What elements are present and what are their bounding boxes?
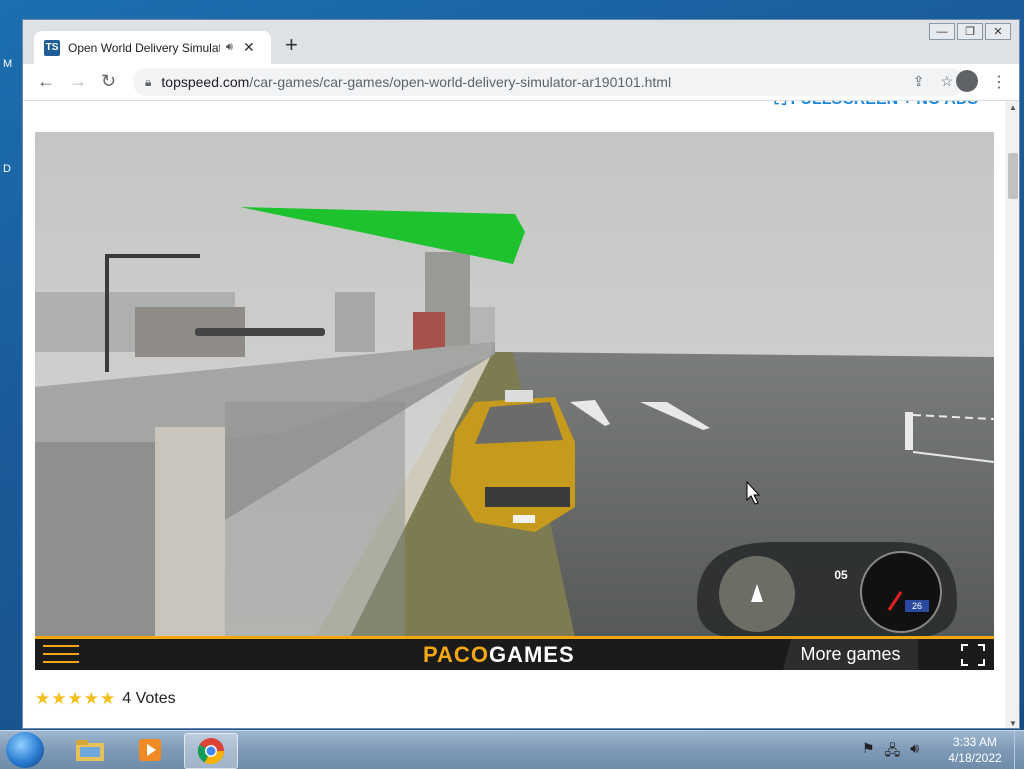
media-player-taskbar-icon[interactable] <box>124 733 176 767</box>
hamburger-menu-icon[interactable] <box>43 645 79 669</box>
chrome-taskbar-icon[interactable] <box>184 733 238 769</box>
address-bar[interactable]: 🔒︎ topspeed.com/car-games/car-games/open… <box>133 68 965 96</box>
bookmark-star-icon[interactable]: ☆ <box>940 73 953 90</box>
menu-kebab-icon[interactable]: ⋮ <box>991 72 1007 92</box>
speedometer-hud: 26 05 <box>697 542 957 637</box>
star-icon[interactable]: ★ <box>100 689 115 709</box>
title-bar: TS Open World Delivery Simulator 🔊︎ ✕ + … <box>23 20 1019 64</box>
lock-icon[interactable]: 🔒︎ <box>145 75 151 90</box>
back-arrow-icon[interactable]: ← <box>37 71 55 92</box>
hud-speed-text: 26 <box>912 601 922 611</box>
hud-gear-text: 05 <box>834 568 848 582</box>
browser-tab[interactable]: TS Open World Delivery Simulator 🔊︎ ✕ <box>34 31 271 64</box>
start-button[interactable] <box>6 732 44 768</box>
browser-toolbar: ← → ↻ 🔒︎ topspeed.com/car-games/car-game… <box>23 64 1019 101</box>
desktop-icon-label[interactable]: M <box>3 58 12 70</box>
tab-title: Open World Delivery Simulator <box>68 40 220 55</box>
taskbar: ⚑ 🖧︎ 🔊︎ 3:33 AM 4/18/2022 <box>0 730 1024 769</box>
star-icon[interactable]: ★ <box>84 689 99 709</box>
share-icon[interactable]: ⇪ <box>913 73 925 90</box>
star-icon[interactable]: ★ <box>68 689 83 709</box>
system-clock[interactable]: 3:33 AM 4/18/2022 <box>940 734 1010 766</box>
scroll-down-arrow-icon[interactable]: ▼ <box>1009 719 1017 728</box>
minimize-button[interactable]: — <box>929 23 955 40</box>
page-content: ⛶ FULLSCREEN + NO ADS <box>23 101 1005 728</box>
reload-icon[interactable]: ↻ <box>101 71 116 92</box>
favicon-icon: TS <box>44 39 60 56</box>
page-scrollbar[interactable]: ▲ ▼ <box>1005 101 1019 728</box>
network-icon[interactable]: 🖧︎ <box>885 740 901 764</box>
action-center-flag-icon[interactable]: ⚑ <box>862 740 875 764</box>
clock-time: 3:33 AM <box>952 735 998 749</box>
profile-avatar-icon[interactable] <box>956 70 978 92</box>
game-footer-bar: PACOGAMES More games <box>35 636 994 670</box>
fullscreen-icon[interactable] <box>961 644 985 666</box>
close-window-button[interactable]: ✕ <box>985 23 1011 40</box>
star-icon[interactable]: ★ <box>35 689 50 709</box>
maximize-button[interactable]: ❐ <box>957 23 983 40</box>
votes-count: 4 Votes <box>122 690 176 707</box>
scrollbar-thumb[interactable] <box>1008 153 1018 199</box>
more-games-button[interactable]: More games <box>783 639 918 670</box>
show-desktop-button[interactable] <box>1014 731 1024 769</box>
browser-window: TS Open World Delivery Simulator 🔊︎ ✕ + … <box>22 19 1020 729</box>
speaker-icon[interactable]: 🔊︎ <box>226 41 233 54</box>
volume-icon[interactable]: 🔊︎ <box>910 740 919 764</box>
clock-date: 4/18/2022 <box>948 751 1002 765</box>
url-text[interactable]: topspeed.com/car-games/car-games/open-wo… <box>161 74 671 90</box>
fullscreen-no-ads-link[interactable]: ⛶ FULLSCREEN + NO ADS <box>775 101 978 109</box>
pacogames-logo[interactable]: PACOGAMES <box>423 642 575 668</box>
forward-arrow-icon[interactable]: → <box>69 71 87 92</box>
rating-widget: ★ ★ ★ ★ ★ 4 Votes <box>35 689 176 709</box>
scroll-up-arrow-icon[interactable]: ▲ <box>1009 103 1017 112</box>
star-icon[interactable]: ★ <box>51 689 66 709</box>
close-tab-icon[interactable]: ✕ <box>243 39 255 56</box>
desktop-icon-label[interactable]: D <box>3 163 11 175</box>
game-canvas[interactable]: 26 05 <box>35 132 994 637</box>
file-explorer-taskbar-icon[interactable] <box>64 733 116 767</box>
new-tab-button[interactable]: + <box>285 34 298 56</box>
